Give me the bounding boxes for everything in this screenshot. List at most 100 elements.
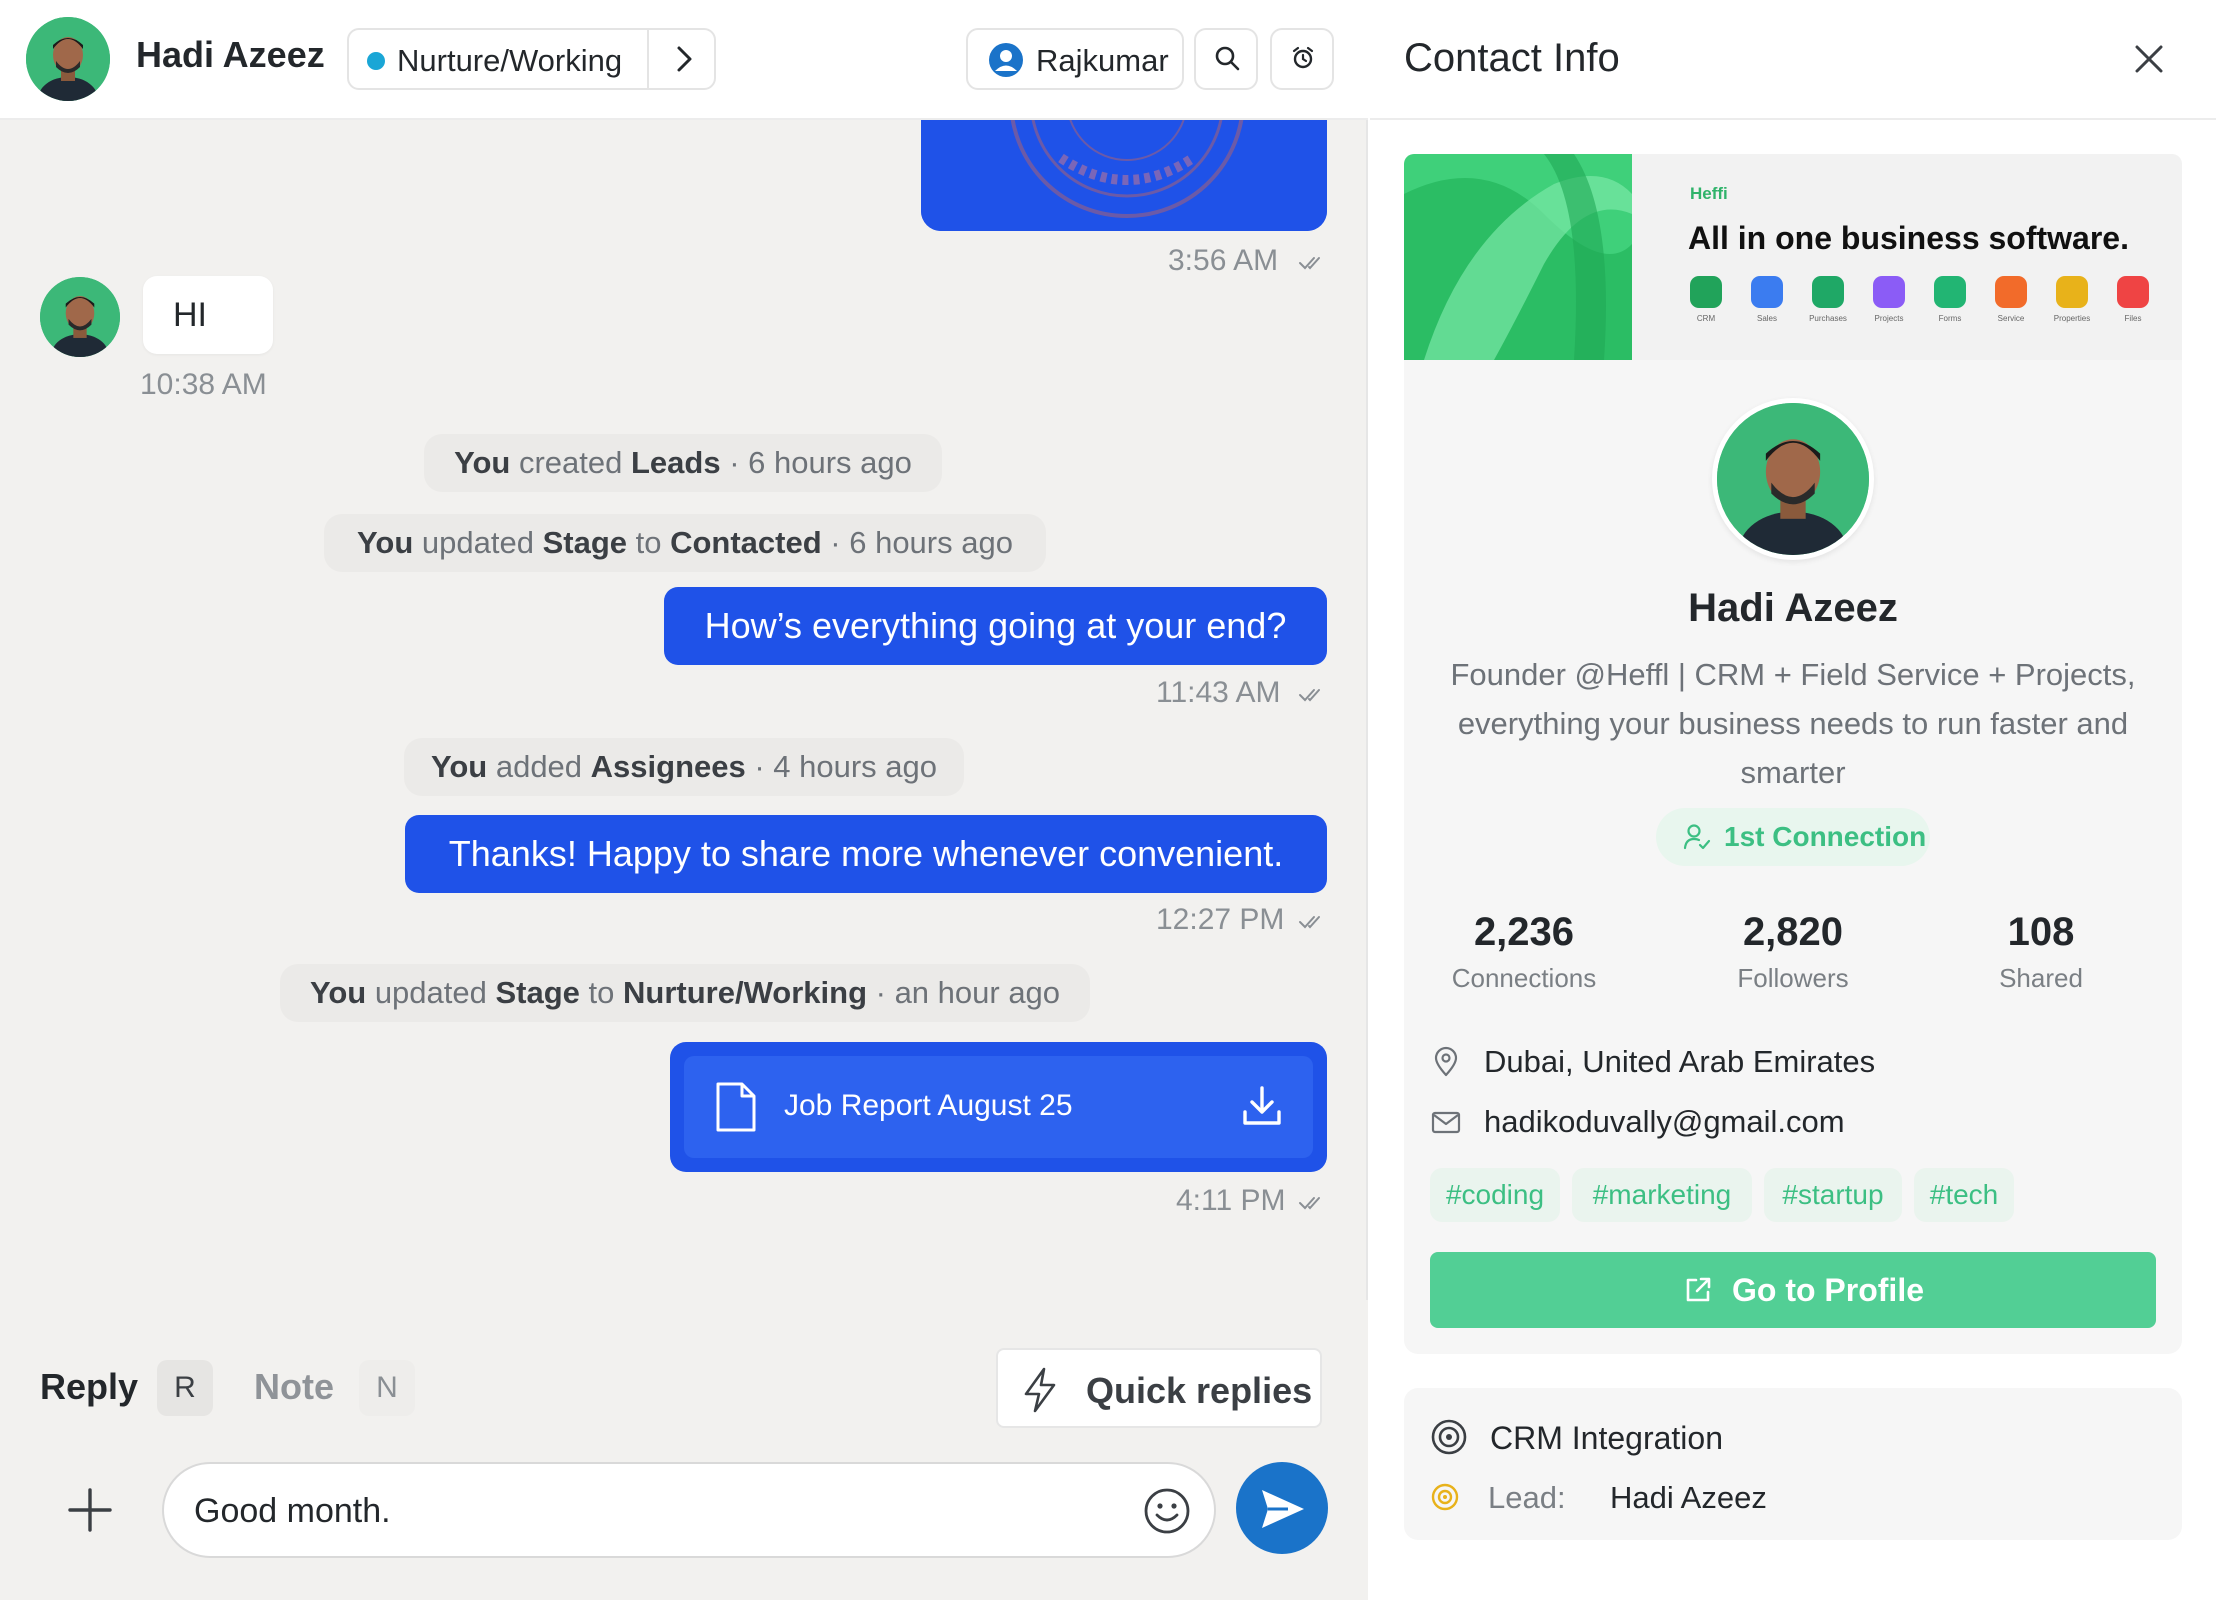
app-badge: CRM bbox=[1686, 276, 1726, 323]
image-message[interactable] bbox=[921, 120, 1327, 231]
profile-photo bbox=[1712, 398, 1874, 560]
stage-label: Nurture/Working bbox=[397, 43, 623, 78]
profile-name: Hadi Azeez bbox=[1688, 586, 1898, 630]
app-badge: Purchases bbox=[1808, 276, 1848, 323]
banner-app-list: CRM Sales Purchases Projects Forms Servi… bbox=[1686, 276, 2166, 336]
stat-followers: 2,820 Followers bbox=[1673, 910, 1913, 994]
assignee-name: Rajkumar bbox=[1036, 43, 1169, 78]
message-text: HI bbox=[173, 296, 207, 334]
stat-label: Shared bbox=[1999, 963, 2083, 993]
lead-target-icon bbox=[1431, 1483, 1459, 1511]
assignee-button[interactable]: Rajkumar bbox=[966, 28, 1184, 90]
message-time: 11:43 AM bbox=[1156, 676, 1281, 709]
close-icon[interactable] bbox=[2130, 40, 2168, 78]
reminder-button[interactable] bbox=[1270, 28, 1334, 90]
stage-divider bbox=[647, 30, 649, 88]
message-composer: Reply R Note N Quick replies bbox=[0, 1300, 1368, 1600]
outgoing-message[interactable]: Thanks! Happy to share more whenever con… bbox=[405, 815, 1327, 893]
location-text: Dubai, United Arab Emirates bbox=[1484, 1044, 1876, 1079]
double-check-icon bbox=[1299, 257, 1320, 270]
message-time: 12:27 PM bbox=[1156, 903, 1285, 936]
quick-replies-button[interactable]: Quick replies bbox=[996, 1348, 1322, 1428]
app-badge: Forms bbox=[1930, 276, 1970, 323]
person-photo-icon bbox=[26, 17, 110, 101]
tag-chip[interactable]: #coding bbox=[1430, 1168, 1560, 1222]
stat-label: Connections bbox=[1451, 963, 1597, 993]
download-icon[interactable] bbox=[1240, 1084, 1284, 1128]
document-icon bbox=[716, 1082, 756, 1132]
activity-log-item: You updated Stage to Nurture/Working · a… bbox=[280, 964, 1090, 1022]
alarm-clock-icon bbox=[1292, 46, 1314, 69]
company-stamp-image bbox=[921, 120, 1327, 231]
profile-banner: Heffi All in one business software. CRM … bbox=[1404, 154, 2182, 360]
search-icon bbox=[1215, 46, 1240, 71]
sender-avatar[interactable] bbox=[40, 277, 120, 357]
send-button[interactable] bbox=[1236, 1462, 1328, 1554]
location-pin-icon bbox=[1434, 1046, 1458, 1077]
message-time: 4:11 PM bbox=[1176, 1184, 1286, 1217]
email-text[interactable]: hadikoduvally@gmail.com bbox=[1484, 1104, 1845, 1140]
reply-shortcut-key: R bbox=[157, 1360, 213, 1416]
tag-chip[interactable]: #startup bbox=[1764, 1168, 1902, 1222]
mail-icon bbox=[1431, 1111, 1461, 1134]
profile-card: Heffi All in one business software. CRM … bbox=[1404, 154, 2182, 1354]
lead-value[interactable]: Hadi Azeez bbox=[1610, 1480, 1767, 1516]
chat-pane: Hadi Azeez Nurture/Working Rajkumar 3:56… bbox=[0, 0, 1368, 1600]
chevron-right-icon[interactable] bbox=[667, 42, 701, 76]
search-button[interactable] bbox=[1194, 28, 1258, 90]
app-badge: Files bbox=[2113, 276, 2153, 323]
file-name: Job Report August 25 bbox=[784, 1089, 1073, 1122]
add-attachment-icon[interactable] bbox=[62, 1482, 118, 1538]
banner-headline: All in one business software. bbox=[1688, 220, 2129, 256]
go-to-profile-label: Go to Profile bbox=[1732, 1272, 1924, 1308]
tab-reply[interactable]: Reply bbox=[40, 1366, 138, 1408]
emoji-icon[interactable] bbox=[1142, 1486, 1192, 1536]
stat-value: 108 bbox=[2007, 910, 2075, 954]
double-check-icon bbox=[1299, 916, 1320, 929]
double-check-icon bbox=[1299, 689, 1320, 702]
activity-log-item: You added Assignees · 4 hours ago bbox=[404, 738, 964, 796]
app-badge: Sales bbox=[1747, 276, 1787, 323]
connection-badge: 1st Connection bbox=[1656, 808, 1930, 866]
person-photo-icon bbox=[40, 277, 120, 357]
stat-value: 2,820 bbox=[1742, 910, 1844, 954]
crm-title: CRM Integration bbox=[1490, 1420, 1723, 1456]
tab-note[interactable]: Note bbox=[254, 1366, 334, 1408]
tag-chip[interactable]: #marketing bbox=[1572, 1168, 1752, 1222]
stat-value: 2,236 bbox=[1473, 910, 1575, 954]
stat-connections: 2,236 Connections bbox=[1404, 910, 1644, 994]
message-list[interactable]: 3:56 AM HI 10:38 AM You created Leads · … bbox=[0, 120, 1368, 1300]
user-check-icon bbox=[1683, 824, 1711, 850]
stage-color-dot bbox=[367, 52, 385, 70]
go-to-profile-button[interactable]: Go to Profile bbox=[1430, 1252, 2156, 1328]
file-attachment[interactable]: Job Report August 25 bbox=[684, 1056, 1313, 1158]
lead-key: Lead: bbox=[1488, 1480, 1566, 1515]
outgoing-message[interactable]: How’s everything going at your end? bbox=[664, 587, 1327, 665]
stage-selector[interactable]: Nurture/Working bbox=[347, 28, 716, 90]
lightning-icon bbox=[1024, 1367, 1056, 1413]
forms-app-icon bbox=[1934, 276, 1966, 308]
files-app-icon bbox=[2117, 276, 2149, 308]
stat-shared: 108 Shared bbox=[1921, 910, 2161, 994]
chat-header: Hadi Azeez Nurture/Working Rajkumar bbox=[0, 0, 1368, 120]
contact-name: Hadi Azeez bbox=[136, 34, 325, 75]
message-input-wrapper bbox=[162, 1462, 1216, 1558]
app-badge: Projects bbox=[1869, 276, 1909, 323]
incoming-message[interactable]: HI bbox=[143, 276, 273, 354]
message-time: 3:56 AM bbox=[1168, 244, 1279, 277]
activity-log-item: You updated Stage to Contacted · 6 hours… bbox=[324, 514, 1046, 572]
message-input[interactable] bbox=[194, 1484, 1094, 1538]
note-shortcut-key: N bbox=[359, 1360, 415, 1416]
send-icon bbox=[1262, 1490, 1304, 1528]
tag-chip[interactable]: #tech bbox=[1914, 1168, 2014, 1222]
connection-label: 1st Connection bbox=[1724, 821, 1927, 852]
contact-info-header: Contact Info bbox=[1370, 0, 2216, 120]
contact-avatar[interactable] bbox=[26, 17, 110, 101]
app-badge: Service bbox=[1991, 276, 2031, 323]
service-app-icon bbox=[1995, 276, 2027, 308]
user-avatar-icon bbox=[989, 43, 1023, 77]
purchases-app-icon bbox=[1812, 276, 1844, 308]
crm-integration-card: CRM Integration Lead: Hadi Azeez bbox=[1404, 1388, 2182, 1540]
file-attachment-message[interactable]: Job Report August 25 bbox=[670, 1042, 1327, 1172]
person-photo-icon bbox=[1717, 403, 1869, 555]
